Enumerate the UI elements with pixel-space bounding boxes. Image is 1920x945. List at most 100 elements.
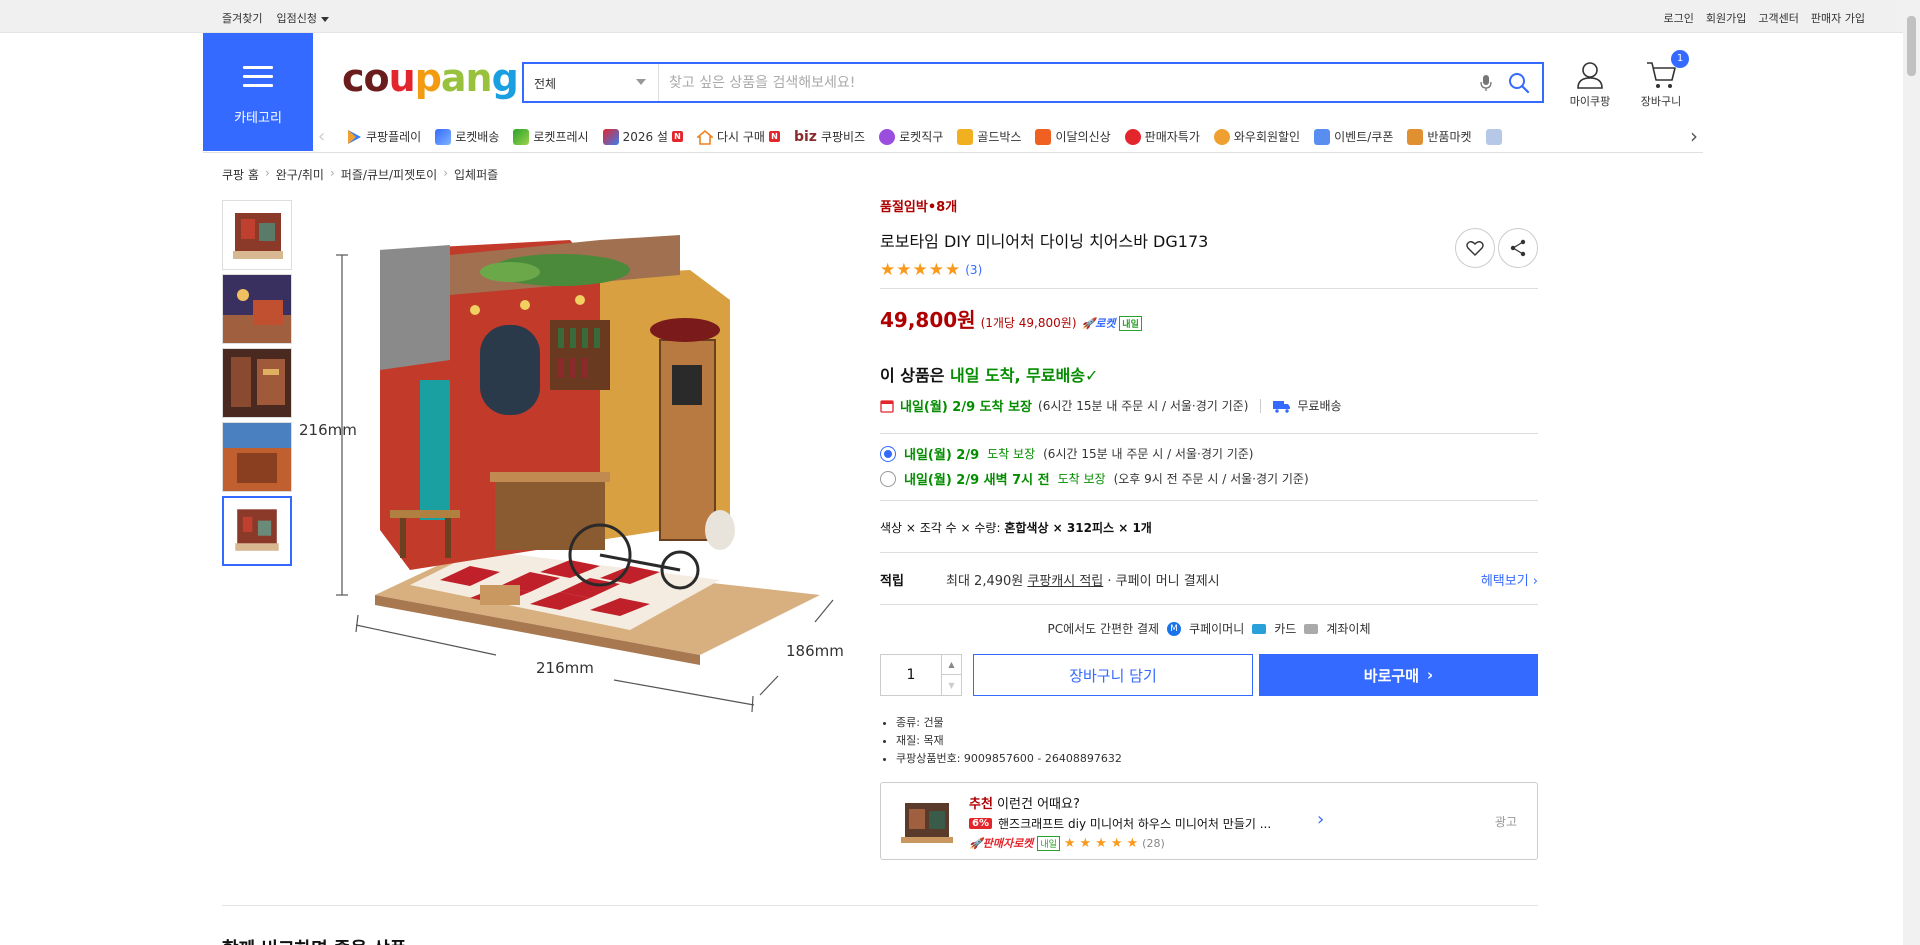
option-date: 내일(월) 2/9 새벽 7시 전	[904, 473, 1050, 488]
breadcrumb-puzzle[interactable]: 퍼즐/큐브/피젯토이	[341, 166, 437, 183]
buy-now-label: 바로구매	[1363, 666, 1419, 685]
nav-item-rocket-fresh[interactable]: 로켓프레시	[513, 128, 589, 145]
nav-item-monthly-new[interactable]: 이달의신상	[1035, 128, 1111, 145]
breadcrumb: 쿠팡 홈 › 완구/취미 › 퍼즐/큐브/피젯토이 › 입체퍼즐	[222, 166, 498, 183]
quantity-increase-icon[interactable]: ▲	[941, 655, 961, 675]
nav-item-label: 쿠팡플레이	[366, 130, 422, 144]
breadcrumb-toys-hobby[interactable]: 완구/취미	[276, 166, 324, 183]
nav-item-label: 로켓직구	[899, 130, 944, 144]
nav-item-return-market[interactable]: 반품마켓	[1407, 128, 1472, 145]
favorites-link[interactable]: 즐겨찾기	[222, 10, 262, 26]
nav-item-rebuy[interactable]: 다시 구매 N	[696, 128, 780, 145]
nav-next-arrow-icon[interactable]: ›	[1690, 124, 1698, 148]
nav-item-rocket-direct[interactable]: 로켓직구	[879, 128, 943, 145]
nav-item-wow-discount[interactable]: 와우회원할인	[1213, 128, 1301, 145]
nav-item-new-year[interactable]: 2026 설N	[602, 128, 683, 145]
customer-center-link[interactable]: 고객센터	[1758, 10, 1798, 26]
nav-item-goldbox[interactable]: 골드박스	[957, 128, 1021, 145]
seller-apply-menu[interactable]: 입점신청	[276, 10, 329, 26]
seller-rocket-badge: 🚀판매자로켓	[969, 835, 1033, 851]
category-button[interactable]: 카테고리	[203, 33, 313, 151]
chevron-right-icon: ›	[329, 166, 335, 180]
unit-price: (1개당 49,800원)	[980, 316, 1077, 330]
breadcrumb-3d-puzzle[interactable]: 입체퍼즐	[454, 166, 498, 183]
thumbnail-3[interactable]	[222, 348, 292, 418]
seller-apply-label: 입점신청	[276, 12, 317, 25]
quantity-input[interactable]: 1	[881, 655, 941, 695]
vertical-scrollbar[interactable]	[1903, 0, 1920, 945]
thumbnail-list	[222, 200, 294, 570]
gold-box-icon	[957, 128, 974, 145]
star-icon: ★	[1079, 835, 1092, 851]
cart-button[interactable]: 1 장바구니	[1635, 50, 1689, 109]
star-icon: ★	[1063, 835, 1076, 851]
option-condition: (6시간 15분 내 주문 시 / 서울·경기 기준)	[1043, 447, 1254, 461]
chevron-right-icon[interactable]: ›	[1317, 809, 1324, 830]
percent-icon	[1124, 128, 1141, 145]
delivery-date: 내일(월) 2/9 도착 보장	[900, 400, 1033, 415]
payment-card: 카드	[1274, 622, 1297, 636]
thumbnail-2[interactable]	[222, 274, 292, 344]
new-badge: N	[671, 131, 683, 142]
top-utility-bar: 즐겨찾기 입점신청 로그인 회원가입 고객센터 판매자 가입	[0, 0, 1903, 33]
play-icon	[348, 129, 361, 144]
benefit-link[interactable]: 헤택보기 ›	[1481, 570, 1538, 589]
radio-unchecked[interactable]	[880, 470, 896, 487]
star-icon: ★	[1126, 835, 1139, 851]
category-nav-bar: ‹ 쿠팡플레이 로켓배송 로켓프레시 2026 설N 다시 구매 N biz 쿠팡비…	[318, 122, 1698, 152]
thumbnail-1[interactable]	[222, 200, 292, 270]
recommendation-image	[897, 797, 957, 847]
rating-stars[interactable]: ★ ★ ★ ★ ★ (3)	[880, 260, 982, 280]
reward-text: 최대 2,490원 쿠팡캐시 적립 · 쿠페이 머니 결제시	[946, 570, 1220, 589]
nav-item-seller-deal[interactable]: 판매자특가	[1124, 128, 1200, 145]
thumbnail-4[interactable]	[222, 422, 292, 492]
search-category-select[interactable]: 전체	[524, 64, 659, 101]
share-button[interactable]	[1498, 228, 1538, 268]
recommendation-card[interactable]: 추천 이런건 어때요? 6% 핸즈크래프트 diy 미니어처 하우스 미니어처 …	[880, 782, 1538, 860]
coupang-logo[interactable]: coupang	[342, 56, 519, 100]
delivery-option-1[interactable]: 내일(월) 2/9 도착 보장 (6시간 15분 내 주문 시 / 서울·경기 …	[880, 444, 1253, 463]
nav-item-rocket-delivery[interactable]: 로켓배송	[435, 128, 499, 145]
discount-badge: 6%	[969, 818, 992, 829]
delivery-headline-green: 내일 도착, 무료배송	[950, 366, 1086, 385]
stock-notice: 품절임박•8개	[880, 200, 958, 215]
nav-item-coupang-biz[interactable]: biz 쿠팡비즈	[794, 128, 865, 145]
nav-prev-arrow-icon[interactable]: ‹	[318, 126, 325, 147]
seller-rocket-label: 판매자로켓	[982, 837, 1034, 850]
chevron-right-icon: ›	[1427, 666, 1434, 684]
search-icon[interactable]	[1508, 72, 1530, 94]
nav-item-label: 로켓프레시	[533, 130, 589, 144]
delivery-headline: 이 상품은 내일 도착, 무료배송✓	[880, 362, 1098, 386]
review-count-link[interactable]: (3)	[965, 263, 982, 277]
nav-item-coupang-play[interactable]: 쿠팡플레이	[346, 128, 421, 145]
search-input[interactable]	[659, 64, 1459, 101]
wishlist-button[interactable]	[1455, 228, 1495, 268]
nav-item-more[interactable]	[1485, 128, 1502, 145]
nav-item-label: 쿠팡비즈	[820, 130, 866, 144]
compare-section-title: 함께 비교하면 좋을 상품	[222, 935, 406, 945]
main-product-image[interactable]: 216mm 216mm 186mm	[300, 200, 860, 720]
radio-checked[interactable]	[880, 445, 896, 462]
quantity-decrease-icon[interactable]: ▼	[941, 675, 961, 695]
signup-link[interactable]: 회원가입	[1706, 10, 1746, 26]
rocket-fresh-icon	[513, 128, 530, 145]
nav-item-label: 와우회원할인	[1233, 130, 1301, 144]
delivery-option-2[interactable]: 내일(월) 2/9 새벽 7시 전 도착 보장 (오후 9시 전 주문 시 / …	[880, 469, 1309, 488]
add-to-cart-button[interactable]: 장바구니 담기	[973, 654, 1253, 696]
seller-signup-link[interactable]: 판매자 가입	[1811, 10, 1865, 26]
globe-rocket-icon	[879, 128, 896, 145]
coupon-icon	[1314, 128, 1331, 145]
recommendation-title: 추천 이런건 어때요?	[969, 793, 1080, 812]
nav-item-events[interactable]: 이벤트/쿠폰	[1314, 128, 1393, 145]
buy-now-button[interactable]: 바로구매 ›	[1259, 654, 1538, 696]
coupang-cash-link[interactable]: 쿠팡캐시 적립	[1027, 574, 1103, 589]
product-attributes: 종류: 건물 재질: 목재 쿠팡상품번호: 9009857600 - 26408…	[896, 714, 1122, 768]
scrollbar-thumb[interactable]	[1907, 16, 1916, 76]
rocket-tag: 내일	[1119, 316, 1142, 331]
breadcrumb-home[interactable]: 쿠팡 홈	[222, 166, 259, 183]
my-coupang-button[interactable]: 마이쿠팡	[1565, 60, 1615, 109]
login-link[interactable]: 로그인	[1664, 10, 1694, 26]
microphone-icon[interactable]	[1480, 74, 1492, 92]
thumbnail-5-selected[interactable]	[222, 496, 292, 566]
quantity-stepper: 1 ▲ ▼	[880, 654, 962, 696]
